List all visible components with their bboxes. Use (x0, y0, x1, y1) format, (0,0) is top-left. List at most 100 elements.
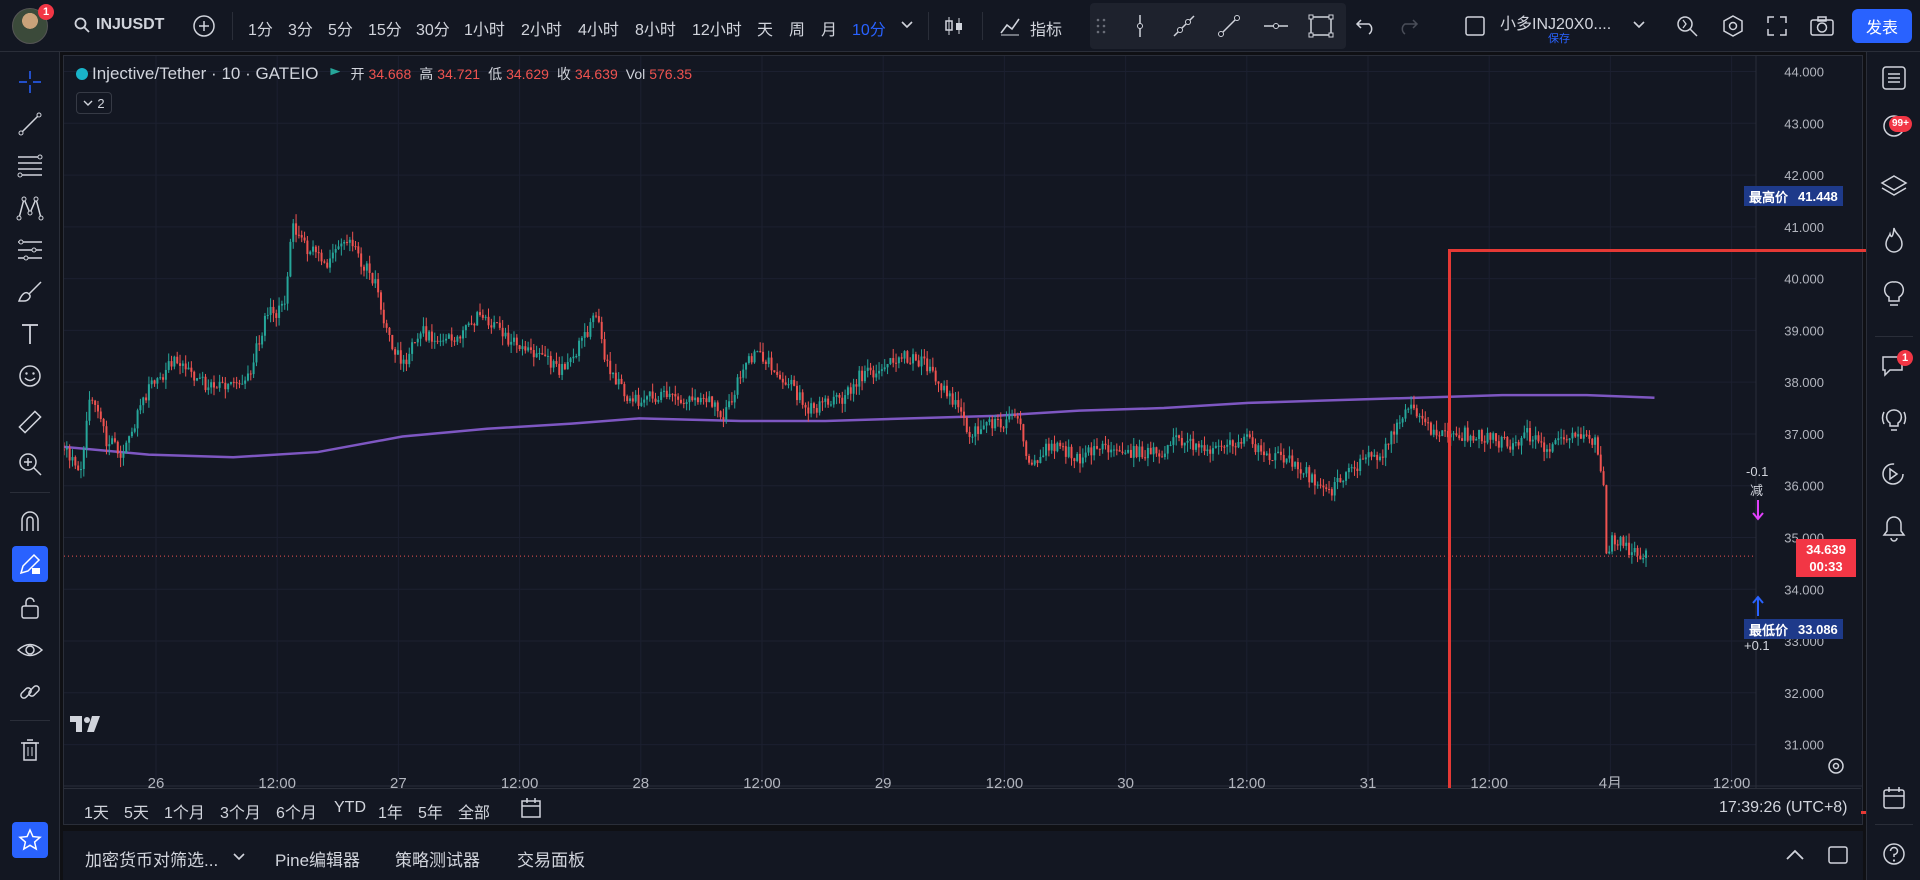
candle-body (275, 313, 278, 318)
compare-symbol-button[interactable] (190, 12, 218, 40)
chevron-up-icon[interactable] (1785, 849, 1805, 861)
brush-tool[interactable] (12, 274, 48, 310)
timeframe-15m[interactable]: 15分 (368, 16, 402, 40)
fullscreen-icon[interactable] (1762, 11, 1792, 41)
chart-type-button[interactable] (940, 12, 968, 40)
notifications-button[interactable] (1876, 510, 1912, 546)
candle-body (1161, 456, 1164, 458)
range-5y[interactable]: 5年 (418, 799, 443, 823)
forecast-tool[interactable] (12, 232, 48, 268)
tab-trading-panel[interactable]: 交易面板 (517, 846, 585, 871)
timeframe-2h[interactable]: 2小时 (521, 16, 562, 40)
timeframe-month[interactable]: 月 (821, 16, 837, 40)
flag-icon[interactable] (330, 68, 341, 76)
pattern-tool[interactable] (12, 190, 48, 226)
publish-button[interactable]: 发表 (1852, 9, 1912, 43)
layout-save-status[interactable]: 保存 (1548, 30, 1570, 46)
watchlist-button[interactable] (1876, 60, 1912, 96)
range-6m[interactable]: 6个月 (276, 799, 317, 823)
legend-title[interactable]: Injective/Tether · 10 · GATEIO (92, 64, 318, 84)
timeframe-12h[interactable]: 12小时 (692, 16, 742, 40)
lock-drawings-tool[interactable] (12, 590, 48, 626)
emoji-tool[interactable] (12, 358, 48, 394)
candle-body (362, 266, 365, 271)
indicators-button[interactable]: 指标 (1030, 16, 1062, 40)
indicators-icon-wrap[interactable] (996, 12, 1024, 40)
candle-body (804, 404, 807, 408)
camera-snapshot-icon[interactable] (1806, 11, 1838, 41)
range-5d[interactable]: 5天 (124, 799, 149, 823)
layout-dropdown[interactable] (1630, 16, 1648, 34)
zoom-tool[interactable] (12, 446, 48, 482)
goto-date-icon[interactable] (520, 797, 542, 819)
layout-checkbox-icon[interactable] (1462, 13, 1488, 39)
trendline-tool[interactable] (12, 106, 48, 142)
candle-body (1322, 485, 1325, 488)
timeframe-day[interactable]: 天 (757, 16, 773, 40)
candle-body (1265, 453, 1268, 456)
range-all[interactable]: 全部 (458, 799, 490, 823)
hotlist-button[interactable] (1876, 222, 1912, 258)
tradingview-logo-icon (70, 716, 100, 732)
redo-icon[interactable] (1394, 12, 1422, 40)
candle-body (142, 397, 145, 406)
sync-drawings-tool[interactable] (12, 674, 48, 710)
favorites-tool[interactable] (12, 822, 48, 858)
tab-pine-editor[interactable]: Pine编辑器 (275, 846, 360, 871)
range-3m[interactable]: 3个月 (220, 799, 261, 823)
ray-tool-icon[interactable] (1170, 12, 1198, 40)
tab-strategy-tester[interactable]: 策略测试器 (395, 846, 480, 871)
trendline-tool-icon[interactable] (1215, 12, 1243, 40)
candle-body (1076, 453, 1079, 462)
drag-handle-icon[interactable] (1094, 14, 1108, 38)
replay-button[interactable] (1876, 456, 1912, 492)
timeframe-5m[interactable]: 5分 (328, 16, 353, 40)
ideas-button[interactable] (1876, 276, 1912, 312)
quick-search-icon[interactable] (1672, 11, 1702, 41)
axis-settings-icon[interactable] (1826, 756, 1846, 776)
chevron-down-icon[interactable] (233, 853, 245, 861)
settings-gear-icon[interactable] (1718, 11, 1748, 41)
range-1y[interactable]: 1年 (378, 799, 403, 823)
layers-button[interactable] (1876, 168, 1912, 204)
measure-tool[interactable] (12, 404, 48, 440)
timeframe-30m[interactable]: 30分 (416, 16, 450, 40)
hide-drawings-tool[interactable] (12, 632, 48, 668)
magnet-tool[interactable] (12, 504, 48, 540)
indicators-collapse-button[interactable]: 2 (76, 92, 112, 114)
timeframe-8h[interactable]: 8小时 (635, 16, 676, 40)
chart-pane[interactable]: 44.000 43.000 42.000 41.000 40.000 39.000 38.0… (63, 55, 1920, 825)
fib-tool[interactable] (12, 148, 48, 184)
vertical-line-tool-icon[interactable] (1126, 12, 1154, 40)
stay-in-drawing-mode[interactable] (12, 546, 48, 582)
timeframe-dropdown[interactable] (898, 16, 916, 34)
range-1m[interactable]: 1个月 (164, 799, 205, 823)
candle-body (164, 369, 167, 380)
timeframe-4h[interactable]: 4小时 (578, 16, 619, 40)
candle-body (227, 383, 230, 390)
maximize-panel-icon[interactable] (1827, 845, 1849, 865)
crosshair-tool[interactable] (12, 64, 48, 100)
range-ytd[interactable]: YTD (334, 799, 366, 817)
undo-icon[interactable] (1352, 12, 1380, 40)
symbol-search[interactable]: INJUSDT (74, 16, 164, 34)
timeframe-10m-active[interactable]: 10分 (852, 16, 886, 40)
candle-body (861, 370, 864, 382)
tab-crypto-screener[interactable]: 加密货币对筛选... (85, 846, 218, 871)
rectangle-tool-icon[interactable] (1306, 12, 1336, 40)
text-tool[interactable] (12, 316, 48, 352)
candle-body (77, 465, 80, 471)
streams-button[interactable] (1876, 402, 1912, 438)
timeframe-1h[interactable]: 1小时 (464, 16, 505, 40)
horizontal-ray-tool-icon[interactable] (1262, 12, 1290, 40)
range-1d[interactable]: 1天 (84, 799, 109, 823)
candle-body (1299, 469, 1302, 474)
chart-clock[interactable]: 17:39:26 (UTC+8) (1719, 799, 1848, 817)
timeframe-3m[interactable]: 3分 (288, 16, 313, 40)
timeframe-1m[interactable]: 1分 (248, 16, 273, 40)
timeframe-week[interactable]: 周 (789, 16, 805, 40)
calendar-button[interactable] (1876, 780, 1912, 816)
help-button[interactable] (1876, 836, 1912, 872)
candle-body (787, 384, 790, 386)
remove-drawings-tool[interactable] (12, 732, 48, 768)
